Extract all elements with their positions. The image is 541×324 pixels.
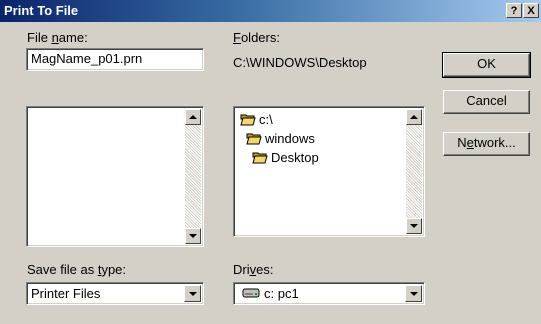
network-button-post: twork... [473, 135, 516, 150]
scroll-up-arrow-icon [189, 115, 197, 119]
drives-label-pre: Dri [233, 262, 250, 277]
drives-value: c: pc1 [242, 286, 299, 301]
file-list-scrollbar[interactable] [185, 109, 201, 244]
folder-item-windows[interactable]: windows [246, 131, 315, 146]
hard-drive-icon [242, 288, 260, 298]
dropdown-arrow-icon [189, 292, 197, 296]
folder-item-desktop[interactable]: Desktop [252, 150, 319, 165]
folders-label: Folders: [233, 30, 280, 45]
drives-label-post: es: [256, 262, 274, 277]
cancel-button[interactable]: Cancel [443, 90, 530, 114]
ok-button[interactable]: OK [442, 52, 531, 78]
drives-value-text: c: pc1 [264, 286, 299, 301]
folder-tree[interactable]: c:\ windows Desktop [233, 106, 425, 237]
save-type-label-pre: Save file as [27, 262, 98, 277]
folder-tree-scroll-down-button[interactable] [406, 218, 422, 234]
save-type-value: Printer Files [31, 286, 101, 301]
open-folder-icon [246, 133, 262, 145]
current-folder-path: C:\WINDOWS\Desktop [233, 55, 367, 70]
open-folder-icon [252, 152, 268, 164]
network-button-pre: N [457, 135, 467, 150]
folder-tree-scrollbar[interactable] [406, 109, 422, 234]
drives-dropdown-button[interactable] [405, 285, 422, 302]
file-list[interactable] [26, 106, 204, 247]
file-name-label: File name: [27, 30, 88, 45]
network-button[interactable]: Network... [443, 132, 530, 156]
file-name-label-pre: File [27, 30, 52, 45]
folder-item-label: c:\ [259, 112, 273, 127]
file-name-label-accel: n [51, 30, 59, 45]
drives-label: Drives: [233, 262, 273, 277]
dropdown-arrow-icon [410, 292, 418, 296]
save-type-label-post: ype: [101, 262, 127, 277]
folder-item-c-drive[interactable]: c:\ [240, 112, 273, 127]
close-button[interactable]: X [523, 3, 539, 18]
save-type-dropdown-button[interactable] [184, 285, 201, 302]
folder-item-label: windows [265, 131, 315, 146]
save-type-label: Save file as type: [27, 262, 126, 277]
drives-select[interactable]: c: pc1 [233, 282, 425, 305]
file-name-label-post: ame: [58, 30, 88, 45]
save-type-select[interactable]: Printer Files [26, 282, 204, 305]
open-folder-icon [240, 114, 256, 126]
title-bar: Print To File ? X [0, 0, 541, 22]
scroll-down-arrow-icon [410, 224, 418, 228]
scroll-up-arrow-icon [410, 115, 418, 119]
file-list-scroll-up-button[interactable] [185, 109, 201, 125]
file-list-scroll-down-button[interactable] [185, 228, 201, 244]
file-name-input[interactable]: MagName_p01.prn [26, 48, 204, 71]
window-title: Print To File [4, 3, 79, 18]
folders-label-post: olders: [240, 30, 280, 45]
scroll-down-arrow-icon [189, 234, 197, 238]
help-button[interactable]: ? [506, 3, 522, 18]
folders-label-accel: F [233, 30, 241, 45]
network-button-accel: e [466, 135, 474, 150]
folder-tree-scroll-up-button[interactable] [406, 109, 422, 125]
folder-item-label: Desktop [271, 150, 319, 165]
